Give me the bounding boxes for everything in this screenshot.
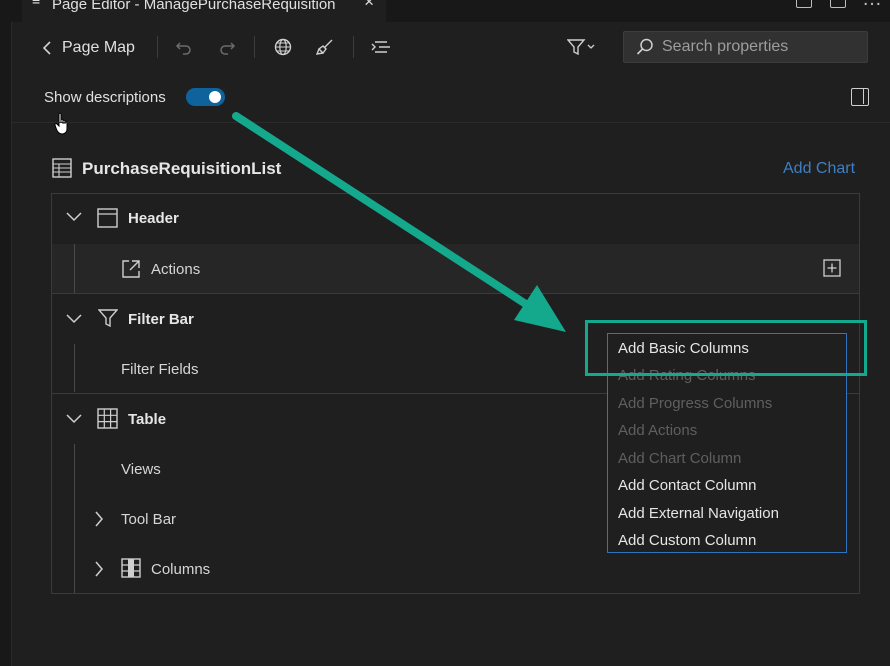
annotation-arrow — [232, 112, 566, 332]
